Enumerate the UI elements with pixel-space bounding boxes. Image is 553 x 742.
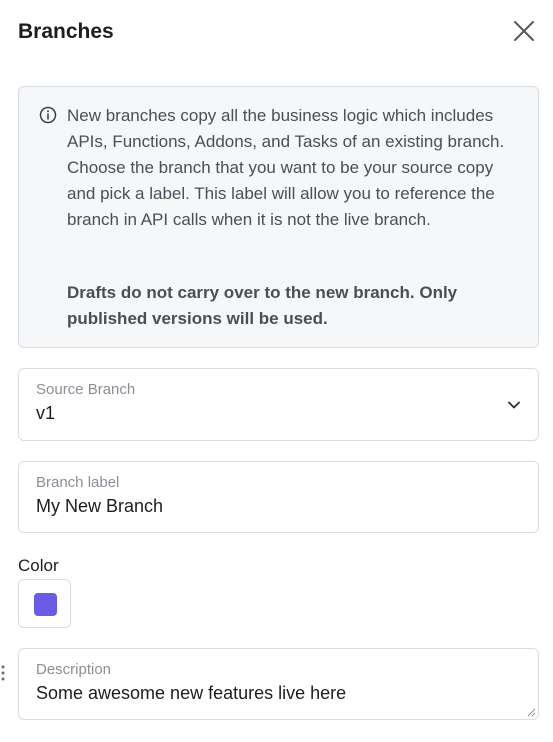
close-icon (514, 21, 534, 41)
description-textarea[interactable]: Description Some awesome new features li… (18, 648, 539, 720)
color-swatch (34, 593, 57, 616)
description-value: Some awesome new features live here (36, 683, 347, 703)
info-icon (39, 106, 57, 124)
description-label: Description (36, 661, 112, 678)
info-text: New branches copy all the business logic… (67, 106, 505, 229)
source-branch-select[interactable]: Source Branch v1 (18, 368, 539, 441)
panel-title: Branches (18, 20, 114, 43)
close-button[interactable] (511, 18, 537, 44)
source-branch-value: v1 (36, 403, 56, 423)
color-label: Color (18, 556, 59, 575)
panel-header: Branches (18, 18, 537, 48)
color-picker-button[interactable] (18, 579, 71, 628)
branch-label-input[interactable]: Branch label My New Branch (18, 461, 539, 533)
info-warning-text: Drafts do not carry over to the new bran… (67, 283, 458, 328)
chevron-down-icon (508, 401, 520, 409)
info-callout: New branches copy all the business logic… (18, 86, 539, 348)
branch-label-label: Branch label (36, 474, 120, 491)
source-branch-label: Source Branch (36, 381, 136, 398)
branch-label-value: My New Branch (36, 496, 164, 516)
resize-handle-icon[interactable] (526, 707, 536, 717)
drag-handle-icon[interactable] (0, 663, 6, 683)
